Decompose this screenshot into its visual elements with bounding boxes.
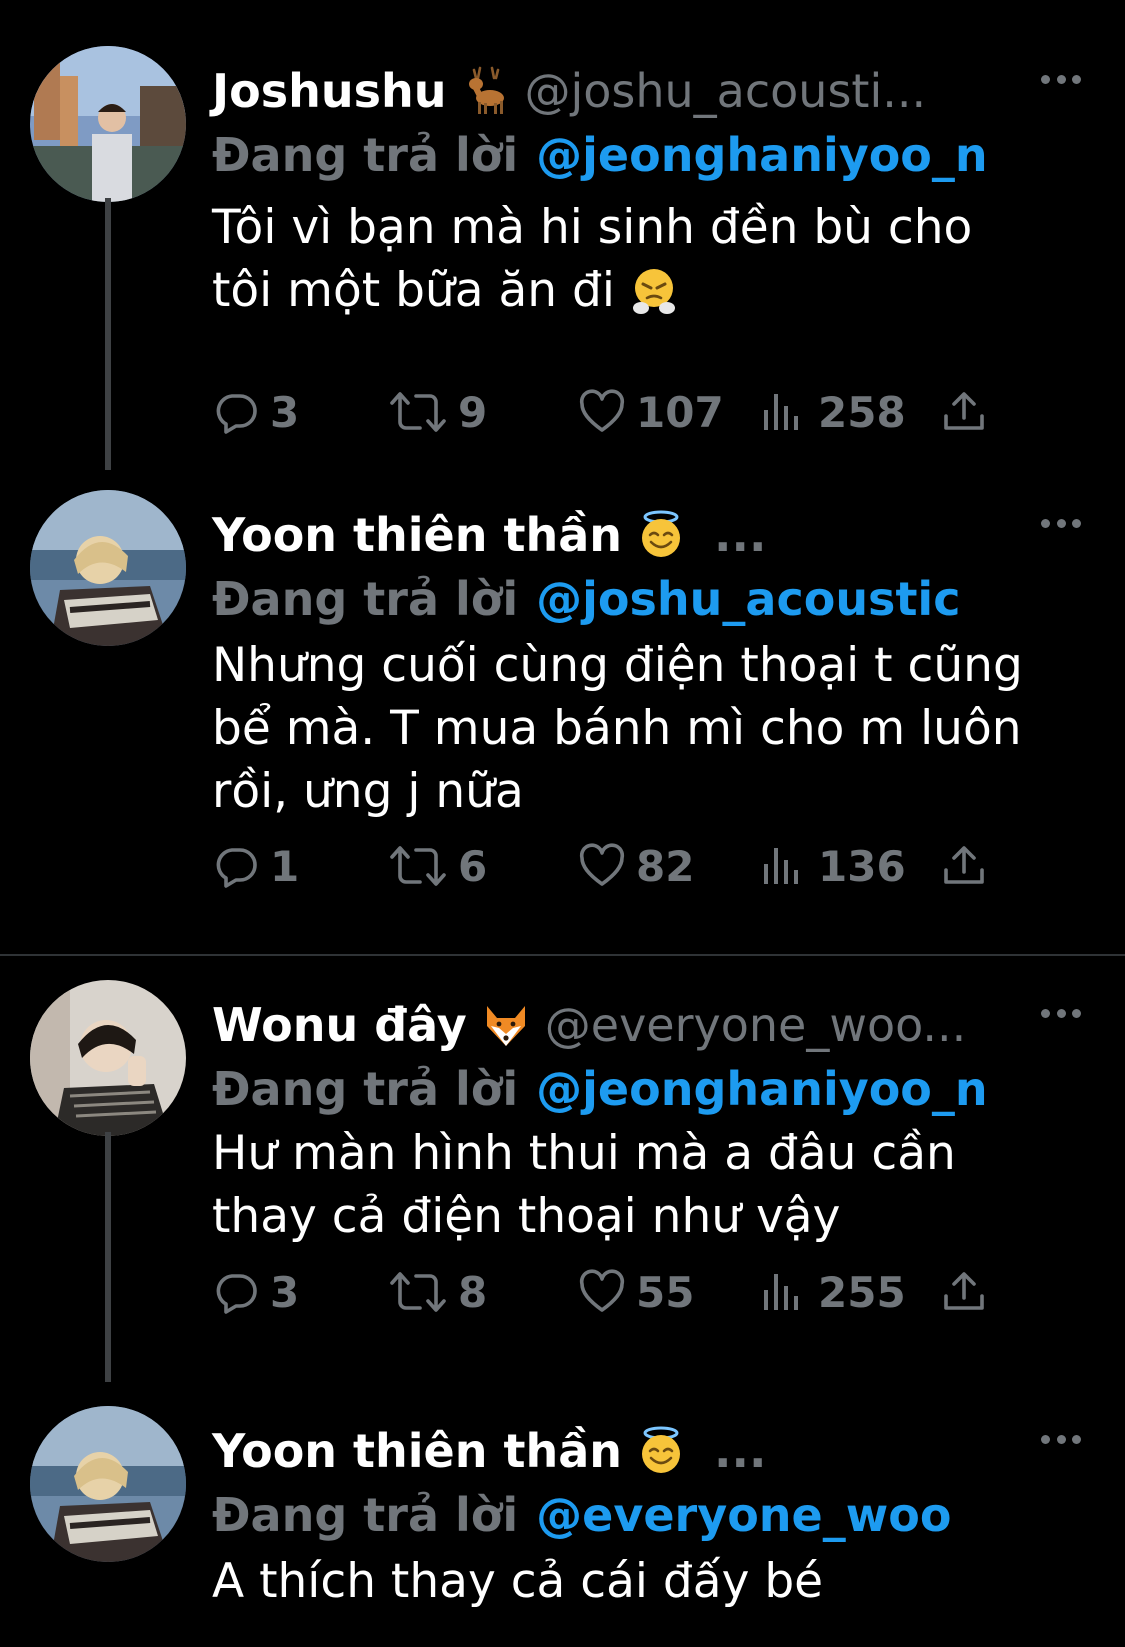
heart-icon xyxy=(578,1268,626,1316)
more-options-icon[interactable] xyxy=(1041,1006,1081,1020)
replying-to-line: Đang trả lời @joshu_acoustic xyxy=(212,568,960,630)
views-button[interactable]: 136 xyxy=(760,836,906,896)
reply-icon xyxy=(212,388,260,436)
more-options-icon[interactable] xyxy=(1041,516,1081,530)
reply-icon xyxy=(212,1268,260,1316)
replying-to-label: Đang trả lời xyxy=(212,128,519,182)
tweet-text-line: tôi một bữa ăn đi xyxy=(212,259,1092,322)
replying-to-handle-link[interactable]: @everyone_woo xyxy=(536,1488,951,1542)
fox-emoji-icon xyxy=(481,1000,531,1050)
replying-to-handle-link[interactable]: @joshu_acoustic xyxy=(536,572,960,626)
avatar[interactable] xyxy=(30,46,186,202)
tweet[interactable]: Wonu đây @everyone_woo... Đang trả lời @… xyxy=(0,980,1125,1400)
user-handle[interactable]: ... xyxy=(714,1424,766,1478)
tweet-text: Hư màn hình thui mà a đâu cần thay cả đi… xyxy=(212,1122,1092,1248)
reply-button[interactable]: 3 xyxy=(212,382,299,442)
views-count: 258 xyxy=(818,387,906,437)
retweet-icon xyxy=(388,842,448,890)
tweet-text: Tôi vì bạn mà hi sinh đền bù cho tôi một… xyxy=(212,196,1092,322)
reply-count: 3 xyxy=(270,1267,300,1317)
display-name[interactable]: Yoon thiên thần xyxy=(212,508,622,562)
display-name[interactable]: Joshushu xyxy=(212,64,446,118)
tweet-text-line: rồi, ưng j nữa xyxy=(212,764,524,819)
retweet-icon xyxy=(388,388,448,436)
reply-button[interactable]: 3 xyxy=(212,1262,299,1322)
user-handle[interactable]: @joshu_acousti... xyxy=(524,64,926,118)
replying-to-label: Đang trả lời xyxy=(212,572,519,626)
replying-to-line: Đang trả lời @everyone_woo xyxy=(212,1484,951,1546)
views-chart-icon xyxy=(760,388,808,436)
smiling-face-with-halo-emoji-icon xyxy=(636,1426,686,1476)
reply-icon xyxy=(212,842,260,890)
more-options-icon[interactable] xyxy=(1041,72,1081,86)
views-chart-icon xyxy=(760,1268,808,1316)
retweet-button[interactable]: 6 xyxy=(388,836,487,896)
share-button[interactable] xyxy=(940,382,988,442)
thread-connector-line xyxy=(105,1132,111,1382)
thread-divider xyxy=(0,954,1125,956)
views-count: 136 xyxy=(818,841,906,891)
share-icon xyxy=(940,842,988,890)
views-button[interactable]: 255 xyxy=(760,1262,906,1322)
retweet-button[interactable]: 9 xyxy=(388,382,487,442)
views-count: 255 xyxy=(818,1267,906,1317)
like-button[interactable]: 82 xyxy=(578,836,694,896)
retweet-count: 9 xyxy=(458,387,488,437)
display-name[interactable]: Yoon thiên thần xyxy=(212,1424,622,1478)
tweet-text-line: Hư màn hình thui mà a đâu cần xyxy=(212,1126,956,1181)
heart-icon xyxy=(578,388,626,436)
like-count: 107 xyxy=(636,387,724,437)
reply-count: 1 xyxy=(270,841,300,891)
share-button[interactable] xyxy=(940,1262,988,1322)
tweet-text-line: Nhưng cuối cùng điện thoại t cũng xyxy=(212,638,1023,693)
retweet-count: 6 xyxy=(458,841,488,891)
avatar[interactable] xyxy=(30,1406,186,1562)
heart-icon xyxy=(578,842,626,890)
replying-to-label: Đang trả lời xyxy=(212,1488,519,1542)
user-handle[interactable]: @everyone_woo... xyxy=(545,998,967,1052)
retweet-count: 8 xyxy=(458,1267,488,1317)
tweet-text-line: bể mà. T mua bánh mì cho m luôn xyxy=(212,701,1022,756)
user-handle[interactable]: ... xyxy=(714,508,766,562)
share-icon xyxy=(940,388,988,436)
like-button[interactable]: 107 xyxy=(578,382,724,442)
like-count: 55 xyxy=(636,1267,695,1317)
replying-to-line: Đang trả lời @jeonghaniyoo_n xyxy=(212,124,988,186)
replying-to-label: Đang trả lời xyxy=(212,1062,519,1116)
tweet-text-line: A thích thay cả cái đấy bé xyxy=(212,1554,824,1609)
tweet[interactable]: Joshushu @joshu_acousti... Đang trả lời … xyxy=(0,46,1125,486)
tweet-text-line: Tôi vì bạn mà hi sinh đền bù cho xyxy=(212,200,973,255)
views-button[interactable]: 258 xyxy=(760,382,906,442)
tweet-actions: 1 6 82 136 xyxy=(212,836,1012,896)
like-button[interactable]: 55 xyxy=(578,1262,694,1322)
smiling-face-with-halo-emoji-icon xyxy=(636,510,686,560)
display-name[interactable]: Wonu đây xyxy=(212,998,467,1052)
tweet-actions: 3 9 107 258 xyxy=(212,382,1012,442)
retweet-icon xyxy=(388,1268,448,1316)
tweet-text-line: thay cả điện thoại như vậy xyxy=(212,1189,841,1244)
retweet-button[interactable]: 8 xyxy=(388,1262,487,1322)
tweet[interactable]: Yoon thiên thần ... Đang trả lời @joshu_… xyxy=(0,490,1125,950)
tweet-actions: 3 8 55 255 xyxy=(212,1262,1012,1322)
avatar[interactable] xyxy=(30,980,186,1136)
replying-to-handle-link[interactable]: @jeonghaniyoo_n xyxy=(536,128,988,182)
replying-to-handle-link[interactable]: @jeonghaniyoo_n xyxy=(536,1062,988,1116)
tweet-text: Nhưng cuối cùng điện thoại t cũng bể mà.… xyxy=(212,634,1092,823)
avatar[interactable] xyxy=(30,490,186,646)
tweet[interactable]: Yoon thiên thần ... Đang trả lời @everyo… xyxy=(0,1406,1125,1647)
replying-to-line: Đang trả lời @jeonghaniyoo_n xyxy=(212,1058,988,1120)
reply-button[interactable]: 1 xyxy=(212,836,299,896)
like-count: 82 xyxy=(636,841,695,891)
share-button[interactable] xyxy=(940,836,988,896)
deer-emoji-icon xyxy=(460,66,510,116)
views-chart-icon xyxy=(760,842,808,890)
reply-count: 3 xyxy=(270,387,300,437)
tweet-text: A thích thay cả cái đấy bé xyxy=(212,1550,1092,1613)
more-options-icon[interactable] xyxy=(1041,1432,1081,1446)
share-icon xyxy=(940,1268,988,1316)
steam-from-nose-face-emoji-icon xyxy=(629,266,679,316)
thread-connector-line xyxy=(105,198,111,470)
